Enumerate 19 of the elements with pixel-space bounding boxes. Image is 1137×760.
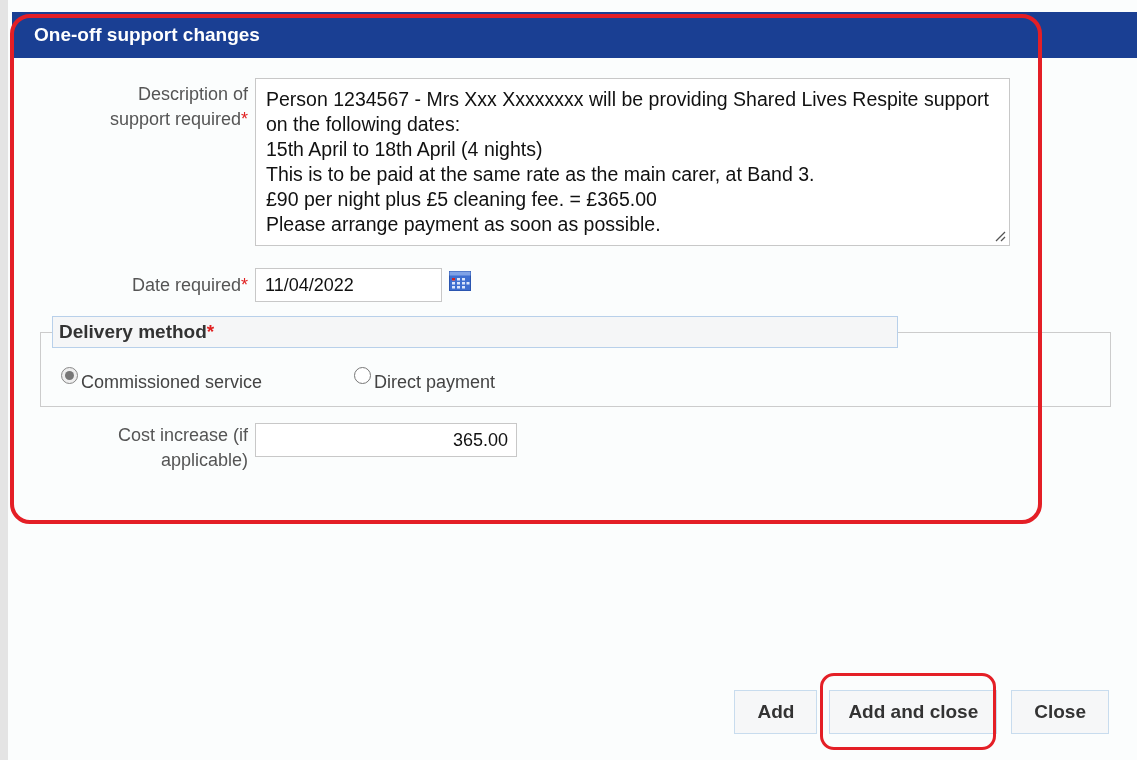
radio-button[interactable] [354,367,372,384]
required-mark: * [241,109,248,129]
radio-label[interactable]: Direct payment [374,372,496,393]
radio-button[interactable] [61,367,78,384]
cost-field[interactable]: 365.00 [255,423,517,457]
dialog-button[interactable]: Add and close [829,690,998,734]
field-label: Date required* [130,273,249,297]
date-field[interactable]: 11/04/2022 [255,268,442,302]
dialog-button[interactable]: Close [1011,690,1109,734]
fieldset-legend: Delivery method* [59,321,215,343]
resize-grip-icon[interactable] [994,230,1006,242]
field-label: Cost increase (if applicable) [116,424,249,472]
dialog-button[interactable]: Add [734,690,818,734]
calendar-icon[interactable] [449,271,471,291]
field-label: Description of support required* [108,83,249,131]
radio-label[interactable]: Commissioned service [81,372,263,393]
description-field[interactable]: Person 1234567 - Mrs Xxx Xxxxxxxx will be providing Shared Lives Respite support on the following dates: 15th April to 18th April (4 nights) This is to be paid at the same rate as the main carer, at Band 3. £90 per night plus £5 cleaning fee. = £365.00 Please arrange payment as soon as possible. [255,78,1010,246]
dialog-title: One-off support changes [34,24,260,46]
required-mark: * [241,274,248,295]
